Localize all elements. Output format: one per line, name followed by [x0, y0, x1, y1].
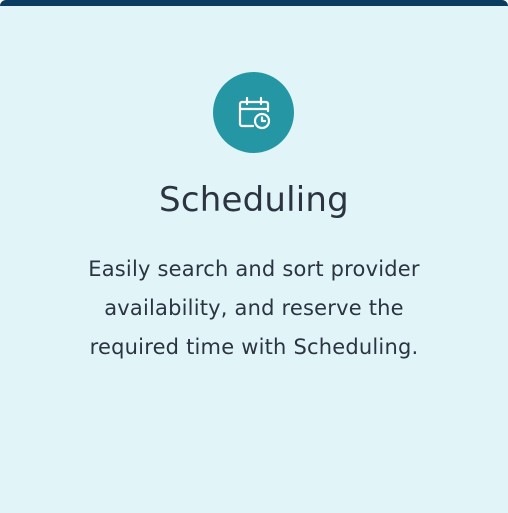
card-title: Scheduling [159, 180, 349, 220]
icon-badge [213, 72, 294, 153]
card-description: Easily search and sort provider availabi… [88, 257, 420, 359]
calendar-clock-icon [234, 93, 274, 133]
feature-card: Scheduling Easily search and sort provid… [0, 0, 508, 513]
